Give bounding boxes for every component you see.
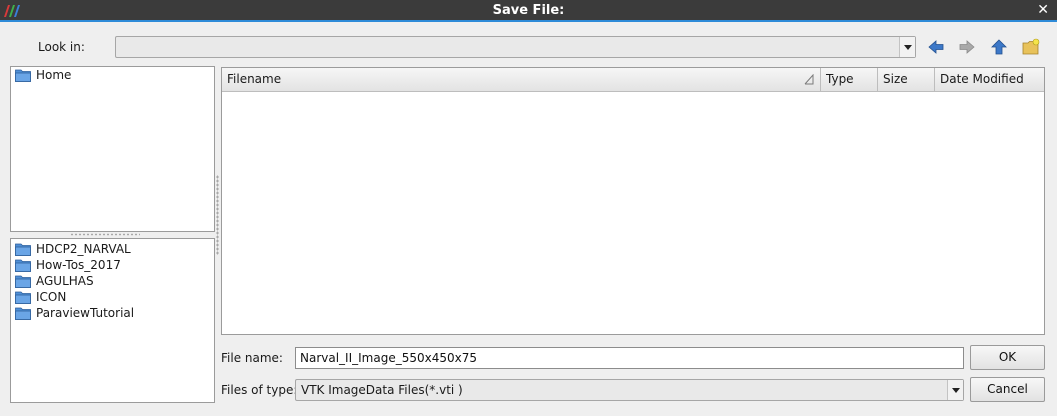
chevron-down-icon[interactable] bbox=[899, 37, 915, 57]
look-in-dropdown[interactable] bbox=[115, 36, 916, 58]
places-item-label: How-Tos_2017 bbox=[36, 258, 121, 272]
places-item-label: ICON bbox=[36, 290, 67, 304]
folder-icon bbox=[15, 275, 31, 288]
places-panel-recent: HDCP2_NARVAL How-Tos_2017 AGULHAS ICON P… bbox=[10, 238, 215, 403]
places-item-paraview-tutorial[interactable]: ParaviewTutorial bbox=[11, 305, 214, 321]
column-header-date-modified[interactable]: Date Modified bbox=[935, 68, 1044, 92]
places-item-how-tos-2017[interactable]: How-Tos_2017 bbox=[11, 257, 214, 273]
panel-splitter-handle[interactable] bbox=[70, 233, 140, 236]
ok-button[interactable]: OK bbox=[970, 345, 1045, 370]
folder-icon bbox=[15, 243, 31, 256]
column-header-size[interactable]: Size bbox=[878, 68, 935, 92]
file-name-input[interactable] bbox=[295, 347, 964, 369]
file-list[interactable]: Filename Type Size Date Modified bbox=[221, 67, 1045, 335]
file-name-label: File name: bbox=[221, 351, 283, 365]
file-type-label: Files of type: bbox=[221, 383, 298, 397]
new-folder-icon[interactable] bbox=[1022, 38, 1040, 56]
sort-ascending-icon bbox=[804, 74, 814, 85]
places-item-hdcp2-narval[interactable]: HDCP2_NARVAL bbox=[11, 241, 214, 257]
column-header-label: Filename bbox=[227, 72, 282, 86]
places-item-agulhas[interactable]: AGULHAS bbox=[11, 273, 214, 289]
places-item-label: ParaviewTutorial bbox=[36, 306, 135, 320]
file-type-dropdown[interactable]: VTK ImageData Files(*.vti ) bbox=[295, 379, 964, 401]
dialog-title: Save File: bbox=[492, 3, 565, 18]
places-item-icon[interactable]: ICON bbox=[11, 289, 214, 305]
places-item-label: Home bbox=[36, 68, 72, 82]
column-header-filename[interactable]: Filename bbox=[222, 68, 821, 92]
chevron-down-icon[interactable] bbox=[947, 380, 963, 400]
column-header-label: Size bbox=[883, 72, 908, 86]
places-item-home[interactable]: Home bbox=[11, 67, 214, 83]
folder-icon bbox=[15, 259, 31, 272]
column-header-label: Date Modified bbox=[940, 72, 1024, 86]
cancel-button[interactable]: Cancel bbox=[970, 377, 1045, 402]
places-item-label: AGULHAS bbox=[36, 274, 94, 288]
places-item-label: HDCP2_NARVAL bbox=[36, 242, 131, 256]
look-in-label: Look in: bbox=[38, 40, 85, 54]
pane-splitter-handle[interactable] bbox=[216, 175, 219, 255]
column-header-label: Type bbox=[826, 72, 854, 86]
close-icon[interactable]: ✕ bbox=[1037, 2, 1049, 18]
parent-directory-icon[interactable] bbox=[990, 38, 1008, 56]
folder-icon bbox=[15, 69, 31, 82]
file-type-value: VTK ImageData Files(*.vti ) bbox=[301, 383, 463, 397]
folder-icon bbox=[15, 307, 31, 320]
title-bar: Save File: ✕ bbox=[0, 0, 1057, 22]
folder-icon bbox=[15, 291, 31, 304]
forward-arrow-icon[interactable] bbox=[958, 38, 976, 56]
back-arrow-icon[interactable] bbox=[927, 38, 945, 56]
column-header-type[interactable]: Type bbox=[821, 68, 878, 92]
places-panel-top: Home bbox=[10, 66, 215, 232]
